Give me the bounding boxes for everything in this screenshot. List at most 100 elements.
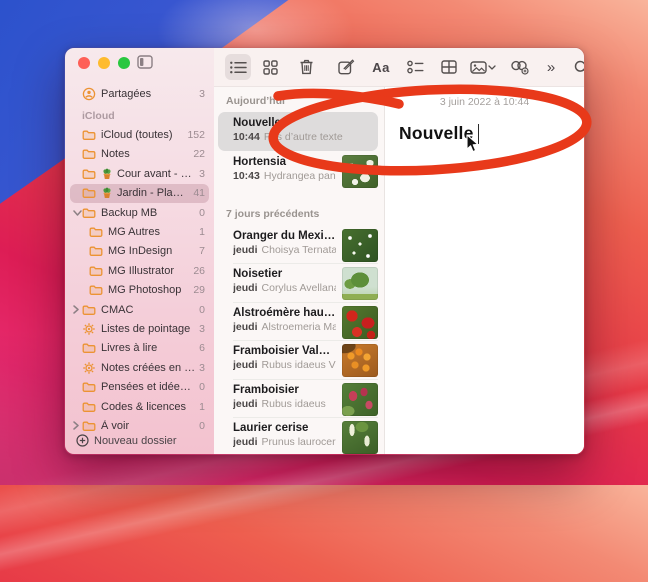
- note-title-text: Nouvelle: [399, 123, 474, 144]
- sidebar-item-mg-autres[interactable]: MG Autres 1: [65, 222, 214, 241]
- sidebar-folder-list: Partagées 3 iCloud iCloud (toutes) 152 N…: [65, 84, 214, 436]
- media-button[interactable]: [470, 54, 496, 80]
- folder-icon: [82, 304, 97, 316]
- sidebar-item-cmac[interactable]: CMAC 0: [65, 300, 214, 319]
- text-caret: [478, 124, 480, 144]
- sidebar-item-backup-mb[interactable]: Backup MB 0: [65, 203, 214, 222]
- chevron-right-icon[interactable]: [73, 421, 82, 430]
- compose-note-button[interactable]: [333, 54, 359, 80]
- plant-icon: [101, 187, 114, 199]
- folder-count: 29: [193, 284, 205, 296]
- zoom-button[interactable]: [118, 57, 130, 69]
- sidebar-toggle-icon[interactable]: [137, 55, 153, 69]
- sidebar-item-notes-creees-2021[interactable]: Notes créées en 2021 3: [65, 358, 214, 377]
- folder-icon: [82, 342, 97, 354]
- smart-folder-gear-icon: [82, 322, 97, 336]
- note-thumbnail: [342, 383, 378, 416]
- note-date: 3 juin 2022 à 10:44: [385, 87, 584, 108]
- gallery-view-button[interactable]: [257, 54, 283, 80]
- folder-count: 7: [199, 245, 205, 257]
- folder-count: 3: [199, 323, 205, 335]
- note-thumbnail: [342, 229, 378, 262]
- list-section-header: Aujourd’hui: [214, 87, 384, 112]
- folder-count: 3: [199, 362, 205, 374]
- checklist-button[interactable]: [402, 54, 428, 80]
- folder-count: 6: [199, 342, 205, 354]
- delete-note-button[interactable]: [293, 54, 319, 80]
- content-area: Aa » Aujourd’hui: [214, 48, 584, 454]
- note-list-item-oranger[interactable]: Oranger du Mexique jeudiChoisya Ternata: [214, 225, 384, 264]
- smart-folder-gear-icon: [82, 361, 97, 375]
- note-list-item-nouvelle[interactable]: Nouvelle 10:44Pas d’autre texte: [218, 112, 378, 151]
- folder-icon: [89, 265, 104, 277]
- note-thumbnail: [342, 267, 378, 300]
- sidebar-item-listes-de-pointage[interactable]: Listes de pointage 3: [65, 319, 214, 338]
- folder-icon: [82, 129, 97, 141]
- plant-icon: [101, 168, 114, 180]
- folder-count: 26: [193, 265, 205, 277]
- folder-count: 0: [199, 381, 205, 393]
- notes-app-window: Partagées 3 iCloud iCloud (toutes) 152 N…: [64, 47, 585, 455]
- folder-count: 0: [199, 420, 205, 432]
- format-button[interactable]: Aa: [368, 54, 394, 80]
- folder-count: 1: [199, 401, 205, 413]
- note-list-item-laurier[interactable]: Laurier cerise jeudiPrunus laurocer…: [214, 417, 384, 454]
- more-toolbar-button[interactable]: »: [538, 54, 564, 80]
- chevron-down-icon[interactable]: [73, 210, 82, 216]
- sidebar-item-livres-a-lire[interactable]: Livres à lire 6: [65, 339, 214, 358]
- plus-circle-icon: [76, 434, 89, 447]
- note-list-item-framboisier[interactable]: Framboisier jeudiRubus idaeus: [214, 379, 384, 418]
- list-section-header: 7 jours précédents: [214, 190, 384, 225]
- folder-count: 41: [193, 187, 205, 199]
- note-list-item-noisetier[interactable]: Noisetier jeudiCorylus Avellana…: [214, 263, 384, 302]
- folder-count: 3: [199, 88, 205, 100]
- notes-list: Aujourd’hui Nouvelle 10:44Pas d’autre te…: [214, 87, 385, 454]
- folder-count: 22: [193, 148, 205, 160]
- sidebar: Partagées 3 iCloud iCloud (toutes) 152 N…: [65, 48, 214, 454]
- folder-count: 0: [199, 207, 205, 219]
- search-button[interactable]: [568, 54, 585, 80]
- note-list-item-framboisier-valen[interactable]: Framboisier Valen… jeudiRubus idaeus V…: [214, 340, 384, 379]
- folder-count: 152: [187, 129, 205, 141]
- note-thumbnail: [342, 306, 378, 339]
- folder-icon: [89, 226, 104, 238]
- window-controls: [78, 57, 130, 69]
- sidebar-item-partagees[interactable]: Partagées 3: [65, 84, 214, 103]
- sidebar-item-mg-indesign[interactable]: MG InDesign 7: [65, 242, 214, 261]
- toolbar: Aa »: [214, 48, 584, 87]
- minimize-button[interactable]: [98, 57, 110, 69]
- sidebar-item-mg-photoshop[interactable]: MG Photoshop 29: [65, 281, 214, 300]
- note-thumbnail: [342, 155, 378, 188]
- note-list-item-hortensia[interactable]: Hortensia 10:43Hydrangea pan…: [214, 151, 384, 190]
- sidebar-item-mg-illustrator[interactable]: MG Illustrator 26: [65, 261, 214, 280]
- sidebar-item-pensees-idees[interactable]: Pensées et idées au… 0: [65, 377, 214, 396]
- folder-icon: [82, 168, 97, 180]
- list-view-button[interactable]: [225, 54, 251, 80]
- new-folder-button[interactable]: Nouveau dossier: [76, 434, 177, 447]
- folder-icon: [89, 245, 104, 257]
- table-button[interactable]: [436, 54, 462, 80]
- media-chevron-icon: [488, 65, 496, 70]
- note-thumbnail: [342, 344, 378, 377]
- folder-count: 3: [199, 168, 205, 180]
- sidebar-item-notes[interactable]: Notes 22: [65, 145, 214, 164]
- sidebar-item-jardin-plantes[interactable]: Jardin - Plantes… 41: [70, 184, 209, 203]
- close-button[interactable]: [78, 57, 90, 69]
- note-editor[interactable]: 3 juin 2022 à 10:44 Nouvelle: [385, 87, 584, 454]
- sidebar-item-a-voir[interactable]: À voir 0: [65, 416, 214, 435]
- folder-icon: [82, 187, 97, 199]
- note-list-item-alstroemere[interactable]: Alstroémère haute… jeudiAlstroemeria Ma…: [214, 302, 384, 341]
- sidebar-item-cour-avant[interactable]: Cour avant - Pla… 3: [65, 164, 214, 183]
- collaborate-link-button[interactable]: [506, 54, 532, 80]
- folder-icon: [82, 420, 97, 432]
- folder-count: 1: [199, 226, 205, 238]
- folder-icon: [82, 401, 97, 413]
- folder-icon: [82, 381, 97, 393]
- folder-count: 0: [199, 304, 205, 316]
- folder-icon: [82, 207, 97, 219]
- sidebar-item-icloud-toutes[interactable]: iCloud (toutes) 152: [65, 125, 214, 144]
- sidebar-item-codes-licences[interactable]: Codes & licences 1: [65, 397, 214, 416]
- chevron-right-icon[interactable]: [73, 305, 82, 314]
- shared-icon: [82, 87, 97, 101]
- folder-icon: [82, 148, 97, 160]
